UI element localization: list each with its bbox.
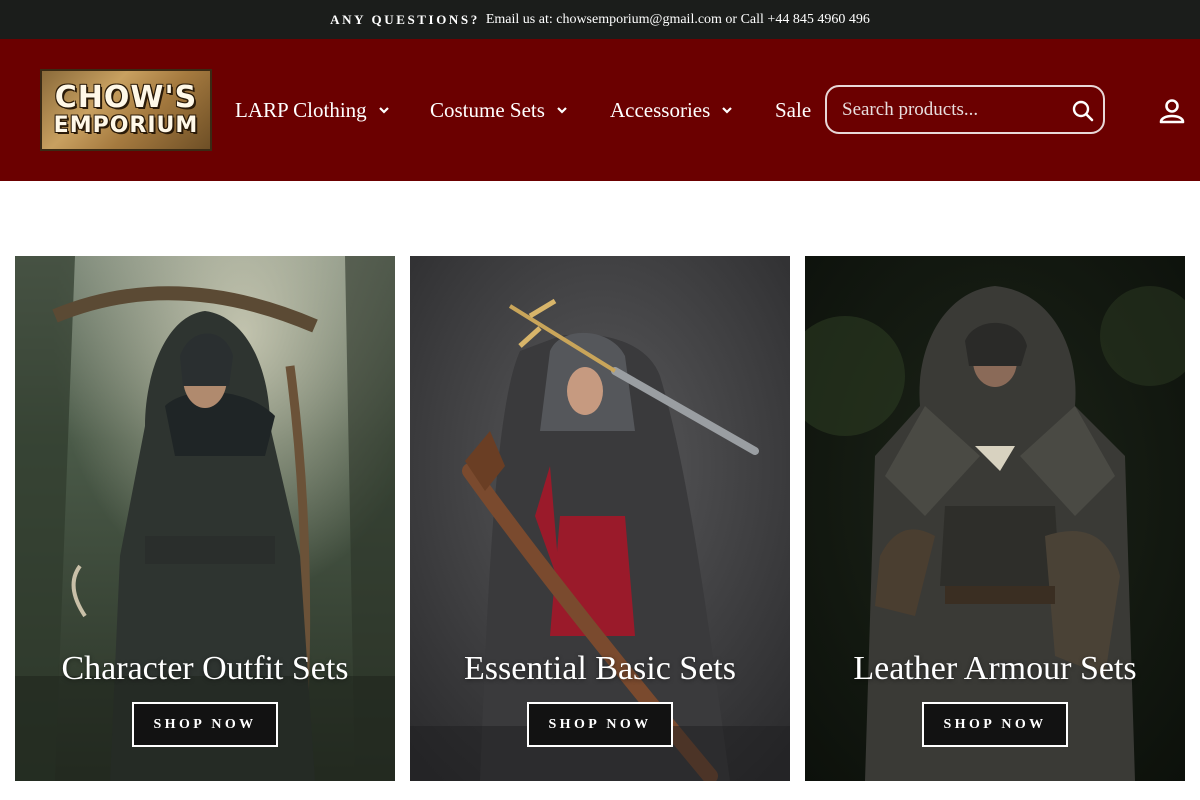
nav-label: Costume Sets [430, 98, 545, 122]
collection-card-essential-basic[interactable]: Essential Basic Sets SHOP NOW [410, 256, 790, 781]
logo-line-1: CHOW'S [54, 80, 198, 115]
search-input[interactable] [827, 87, 1057, 132]
announcement-bar: ANY QUESTIONS? Email us at: chowsemporiu… [0, 0, 1200, 39]
nav-accessories[interactable]: Accessories [610, 97, 734, 123]
chevron-down-icon [378, 107, 389, 114]
chevron-down-icon [557, 107, 567, 114]
nav-label: Accessories [610, 98, 711, 122]
announcement-contact-text[interactable]: Email us at: chowsemporium@gmail.com or … [486, 12, 870, 28]
shop-now-button[interactable]: SHOP NOW [527, 702, 673, 747]
search-icon[interactable] [1071, 99, 1095, 123]
collection-title: Leather Armour Sets [853, 650, 1137, 687]
announcement-label: ANY QUESTIONS? [330, 11, 480, 27]
nav-sale[interactable]: Sale [775, 97, 811, 123]
nav-label: Sale [775, 98, 812, 122]
shop-now-button[interactable]: SHOP NOW [132, 702, 278, 747]
nav-label: LARP Clothing [235, 98, 367, 122]
collection-card-leather-armour[interactable]: Leather Armour Sets SHOP NOW [805, 256, 1185, 781]
collection-title: Character Outfit Sets [61, 650, 349, 687]
shop-now-button[interactable]: SHOP NOW [922, 702, 1068, 747]
site-header: CHOW'S EMPORIUM LARP Clothing Costume Se… [0, 39, 1200, 181]
account-icon[interactable] [1159, 98, 1185, 124]
chevron-down-icon [722, 107, 733, 114]
nav-larp-clothing[interactable]: LARP Clothing [235, 97, 391, 123]
logo-line-2: EMPORIUM [53, 113, 199, 138]
nav-costume-sets[interactable]: Costume Sets [430, 97, 569, 123]
collection-title: Essential Basic Sets [464, 650, 736, 687]
collection-card-character-outfit[interactable]: Character Outfit Sets SHOP NOW [15, 256, 395, 781]
search-box [825, 85, 1105, 134]
store-logo[interactable]: CHOW'S EMPORIUM [40, 69, 212, 151]
